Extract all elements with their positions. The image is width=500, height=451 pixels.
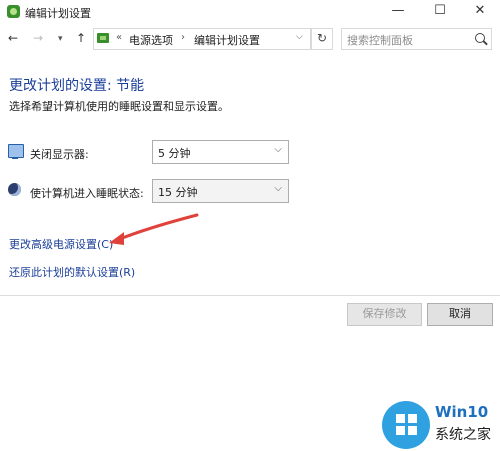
watermark: Win10 系统之家 bbox=[382, 397, 500, 451]
annotation-arrow bbox=[109, 213, 199, 245]
save-changes-button[interactable]: 保存修改 bbox=[347, 303, 422, 326]
watermark-title: Win10 bbox=[435, 403, 489, 421]
watermark-subtitle: 系统之家 bbox=[435, 427, 491, 443]
divider bbox=[0, 295, 500, 296]
windows-logo-icon bbox=[396, 414, 418, 436]
cancel-button[interactable]: 取消 bbox=[427, 303, 493, 326]
